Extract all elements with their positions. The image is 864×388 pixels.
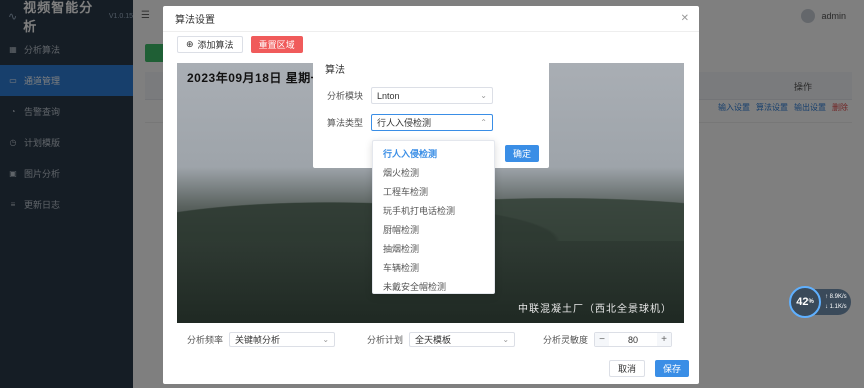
cancel-label: 取消 [617,364,636,374]
save-button[interactable]: 保存 [654,360,689,377]
plus-button[interactable]: + [657,333,672,346]
dropdown-option[interactable]: 车辆检测 [373,258,494,277]
plus-circle-icon: ⊕ [186,39,194,49]
add-algorithm-label: 添加算法 [197,40,234,50]
freq-value: 关键帧分析 [235,335,281,345]
type-select[interactable]: 行人入侵检测 ⌃ [371,114,493,131]
algorithm-type-dropdown: 行人入侵检测 烟火检测 工程车检测 玩手机打电话检测 厨帽检测 抽烟检测 车辆检… [372,140,495,294]
chevron-down-icon: ⌄ [322,335,330,344]
chevron-down-icon: ⌄ [502,335,510,344]
type-label: 算法类型 [327,118,364,128]
algorithm-dialog-title: 算法 [325,64,345,76]
upload-unit: K/s [838,294,847,300]
freq-label: 分析频率 [187,335,224,345]
freq-select[interactable]: 关键帧分析 ⌄ [229,332,336,347]
plan-value: 全天模板 [415,335,452,345]
reset-area-label: 重置区域 [258,40,295,50]
confirm-label: 确定 [512,149,531,159]
dropdown-option[interactable]: 未戴安全帽检测 [373,277,494,296]
reset-area-button[interactable]: 重置区域 [250,36,303,53]
module-value: Lnton [377,90,400,101]
gauge-percent: 42 [796,296,809,308]
sensitivity-label: 分析灵敏度 [543,335,589,345]
analysis-options-row: 分析频率 关键帧分析 ⌄ 分析计划 全天模板 ⌄ 分析灵敏度 − 80 + [187,332,675,347]
save-label: 保存 [662,364,681,374]
download-unit: K/s [838,304,847,310]
plan-select[interactable]: 全天模板 ⌄ [409,332,516,347]
chevron-up-icon: ⌃ [480,118,487,127]
cancel-button[interactable]: 取消 [608,360,645,377]
dropdown-option[interactable]: 工程车检测 [373,182,494,201]
download-rate: 1.1 [829,304,839,310]
dropdown-option[interactable]: 烟火检测 [373,163,494,182]
module-label: 分析模块 [327,91,364,101]
minus-button[interactable]: − [595,333,610,346]
upload-rate: 8.9 [829,294,839,300]
video-timestamp: 2023年09月18日 星期一 [187,71,324,85]
gauge-unit: % [808,299,814,305]
network-speed-widget[interactable]: ↑ 8.9K/s ↓ 1.1K/s 42% [789,286,853,334]
download-arrow-icon: ↓ [825,304,828,310]
module-row: 分析模块 Lnton ⌄ [327,87,493,104]
sensitivity-value[interactable]: 80 [609,335,657,345]
dropdown-option[interactable]: 厨帽检测 [373,220,494,239]
dropdown-option[interactable]: 行人入侵检测 [373,144,494,163]
type-value: 行人入侵检测 [377,118,432,128]
chevron-down-icon: ⌄ [480,91,487,100]
sensitivity-stepper: − 80 + [594,332,673,347]
video-watermark: 中联混凝土厂（西北全景球机） [518,304,672,315]
plan-label: 分析计划 [367,335,404,345]
dialog-footer: 取消 保存 [608,360,689,377]
add-algorithm-button[interactable]: ⊕ 添加算法 [177,36,243,53]
type-row: 算法类型 行人入侵检测 ⌃ [327,114,493,131]
dialog-title: 算法设置 [163,6,699,32]
confirm-button[interactable]: 确定 [504,145,539,162]
dialog-toolbar: ⊕ 添加算法 重置区域 [177,36,303,53]
cpu-gauge: 42% [789,286,821,318]
close-icon[interactable]: ✕ [681,13,689,24]
upload-arrow-icon: ↑ [825,294,828,300]
dropdown-option[interactable]: 抽烟检测 [373,239,494,258]
dropdown-option[interactable]: 玩手机打电话检测 [373,201,494,220]
module-select[interactable]: Lnton ⌄ [371,87,493,104]
